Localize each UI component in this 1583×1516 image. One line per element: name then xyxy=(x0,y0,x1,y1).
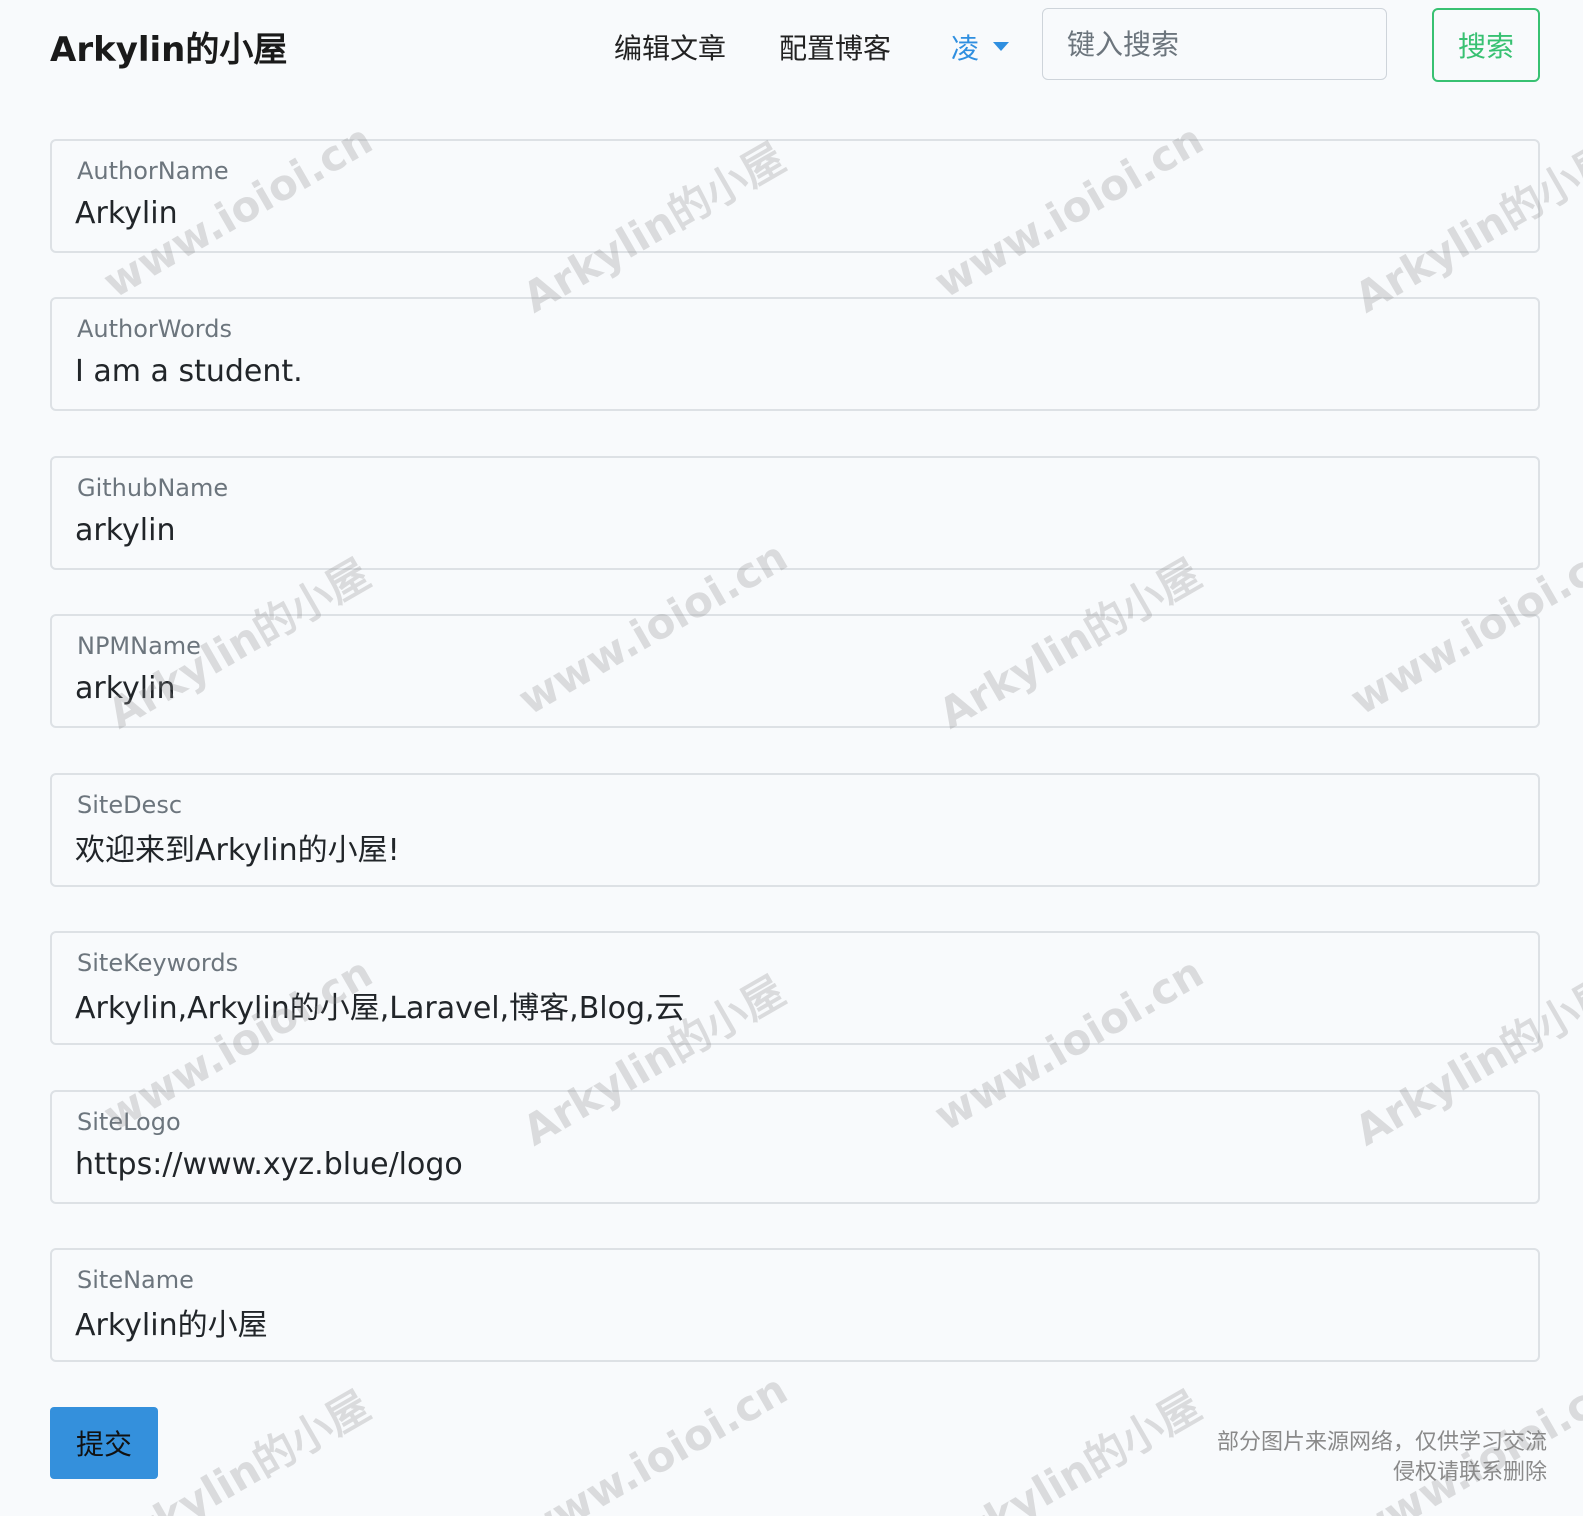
field-site-name: SiteName xyxy=(50,1248,1540,1362)
copyright-footnote: 部分图片来源网络，仅供学习交流 侵权请联系删除 xyxy=(1217,1428,1547,1488)
field-label: SiteName xyxy=(77,1266,194,1294)
watermark-name: Arkylin的小屋 xyxy=(930,1381,1209,1516)
field-site-logo: SiteLogo xyxy=(50,1090,1540,1204)
search-input[interactable] xyxy=(1042,8,1387,80)
user-menu-label: 凌 xyxy=(951,32,980,65)
npm-name-input[interactable] xyxy=(75,666,1495,710)
site-name-input[interactable] xyxy=(75,1300,1495,1344)
footnote-line-2: 侵权请联系删除 xyxy=(1392,1460,1547,1485)
nav-edit-article[interactable]: 编辑文章 xyxy=(614,27,726,67)
field-author-words: AuthorWords xyxy=(50,297,1540,411)
field-github-name: GithubName xyxy=(50,456,1540,570)
field-label: GithubName xyxy=(77,474,229,502)
search-button[interactable]: 搜索 xyxy=(1432,8,1540,82)
site-keywords-input[interactable] xyxy=(75,983,1495,1027)
site-logo-input[interactable] xyxy=(75,1142,1495,1186)
user-menu-dropdown[interactable]: 凌 xyxy=(951,27,1010,67)
github-name-input[interactable] xyxy=(75,508,1495,552)
site-desc-input[interactable] xyxy=(75,825,1495,869)
field-label: AuthorWords xyxy=(77,315,232,343)
nav-config-blog[interactable]: 配置博客 xyxy=(779,27,891,67)
brand-title[interactable]: Arkylin的小屋 xyxy=(50,22,287,71)
field-label: SiteDesc xyxy=(77,791,183,819)
field-label: AuthorName xyxy=(77,157,229,185)
author-name-input[interactable] xyxy=(75,191,1495,235)
author-words-input[interactable] xyxy=(75,349,1495,393)
navbar: Arkylin的小屋 编辑文章 配置博客 凌 搜索 xyxy=(0,0,1583,95)
field-site-desc: SiteDesc xyxy=(50,773,1540,887)
field-label: SiteKeywords xyxy=(77,949,239,977)
field-label: NPMName xyxy=(77,632,201,660)
field-author-name: AuthorName xyxy=(50,139,1540,253)
field-site-keywords: SiteKeywords xyxy=(50,931,1540,1045)
submit-button[interactable]: 提交 xyxy=(50,1407,158,1479)
footnote-line-1: 部分图片来源网络，仅供学习交流 xyxy=(1216,1430,1547,1455)
watermark-site: www.ioioi.cn xyxy=(510,1364,796,1516)
caret-down-icon xyxy=(993,41,1010,51)
field-npm-name: NPMName xyxy=(50,614,1540,728)
field-label: SiteLogo xyxy=(77,1108,181,1136)
